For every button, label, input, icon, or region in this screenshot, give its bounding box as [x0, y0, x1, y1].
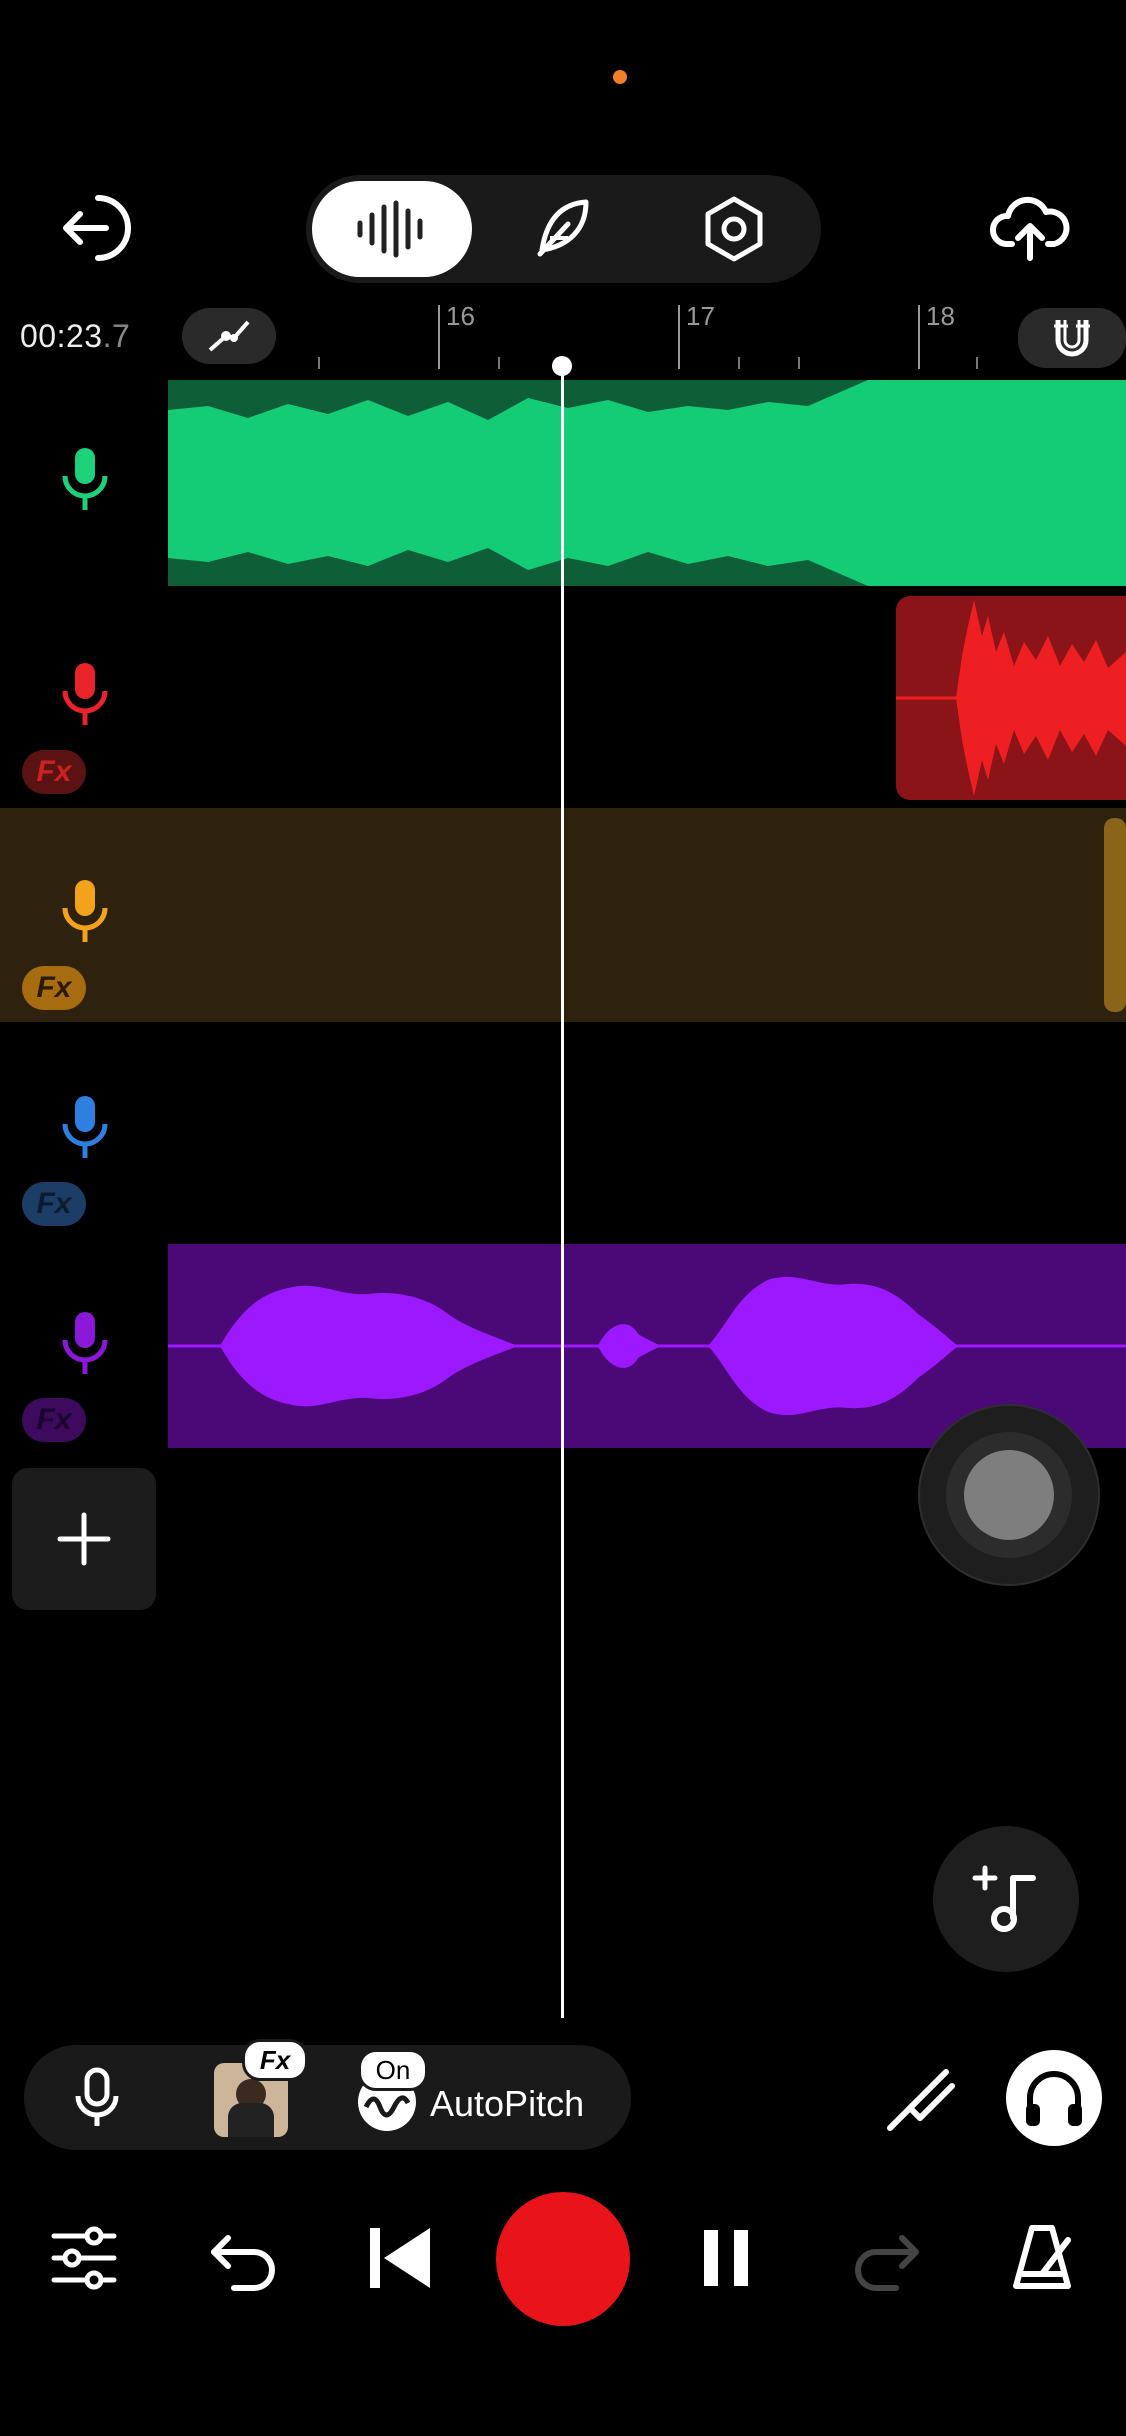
plus-icon	[57, 1512, 111, 1566]
back-button[interactable]	[58, 188, 138, 268]
record-button[interactable]	[496, 2192, 630, 2326]
autopitch-toggle[interactable]: On AutoPitch	[358, 2049, 618, 2135]
autopitch-on-badge: On	[358, 2049, 428, 2091]
current-time: 00:23.7	[20, 318, 131, 354]
metronome-button[interactable]	[1002, 2218, 1082, 2298]
playhead-line[interactable]	[561, 366, 564, 2018]
ruler-marker: 18	[926, 301, 955, 331]
track-1-mic-button[interactable]	[45, 440, 125, 520]
mode-switcher	[306, 175, 821, 283]
ruler-marker: 16	[446, 301, 475, 331]
track-2-waveform	[896, 600, 1126, 796]
mixer-button[interactable]	[44, 2218, 124, 2298]
microphone-icon	[62, 880, 108, 942]
track-2-mic-button[interactable]	[45, 655, 125, 735]
input-toolbar: Fx On AutoPitch	[24, 2039, 631, 2150]
floating-scroll-knob[interactable]	[964, 1450, 1054, 1540]
redo-button[interactable]	[846, 2218, 926, 2298]
mode-edit-button[interactable]	[483, 181, 643, 277]
snap-button[interactable]	[1018, 308, 1126, 368]
floating-scroll-control[interactable]	[918, 1404, 1100, 1586]
autopitch-label: AutoPitch	[430, 2083, 585, 2124]
status-indicator-dot	[613, 70, 627, 84]
track-3-clip-handle[interactable]	[1104, 818, 1126, 1012]
track-4-mic-button[interactable]	[45, 1088, 125, 1168]
feather-icon	[537, 199, 589, 257]
microphone-icon	[62, 448, 108, 510]
mic-input-button[interactable]	[64, 2065, 130, 2131]
metronome-icon	[1013, 2225, 1071, 2289]
track-4-fx-badge[interactable]: Fx	[22, 1182, 86, 1226]
track-2-clip[interactable]	[896, 596, 1126, 800]
redo-icon	[855, 2235, 919, 2291]
track-5-fx-badge[interactable]: Fx	[22, 1398, 86, 1442]
tuning-fork-icon	[887, 2069, 955, 2131]
microphone-icon	[62, 1312, 108, 1374]
monitor-button[interactable]	[1006, 2050, 1102, 2146]
track-2-fx-badge[interactable]: Fx	[22, 750, 86, 794]
add-music-button[interactable]	[933, 1826, 1079, 1972]
playhead-handle[interactable]	[552, 356, 572, 376]
upload-button[interactable]	[989, 188, 1070, 268]
mode-settings-button[interactable]	[654, 181, 814, 277]
microphone-icon	[75, 2067, 119, 2126]
track-1-waveform	[168, 380, 1126, 586]
microphone-icon	[62, 1096, 108, 1158]
cloud-upload-icon	[989, 196, 1070, 261]
mode-waveform-button[interactable]	[312, 181, 472, 277]
headphones-icon	[1026, 2071, 1082, 2126]
track-3-fx-badge[interactable]: Fx	[22, 966, 86, 1010]
waveform-icon	[357, 200, 423, 258]
settings-hex-icon	[705, 196, 763, 262]
magnet-icon	[1054, 320, 1090, 357]
rewind-button[interactable]	[360, 2218, 440, 2298]
pause-icon	[704, 2230, 748, 2286]
fx-preset-badge: Fx	[242, 2039, 308, 2081]
track-3-mic-button[interactable]	[45, 872, 125, 952]
microphone-icon	[62, 663, 108, 725]
skip-back-icon	[370, 2228, 430, 2288]
tuning-button[interactable]	[880, 2058, 960, 2138]
exit-icon	[63, 195, 131, 261]
timeline-ruler[interactable]: 16 17 18	[170, 295, 1020, 375]
undo-button[interactable]	[204, 2218, 284, 2298]
track-1-clip[interactable]	[168, 380, 1126, 586]
add-music-note-icon	[972, 1865, 1036, 1932]
undo-icon	[211, 2235, 275, 2291]
sliders-icon	[51, 2226, 117, 2290]
track-5-mic-button[interactable]	[45, 1304, 125, 1384]
ruler-marker: 17	[686, 301, 715, 331]
add-track-button[interactable]	[12, 1468, 156, 1610]
pause-button[interactable]	[686, 2218, 766, 2298]
